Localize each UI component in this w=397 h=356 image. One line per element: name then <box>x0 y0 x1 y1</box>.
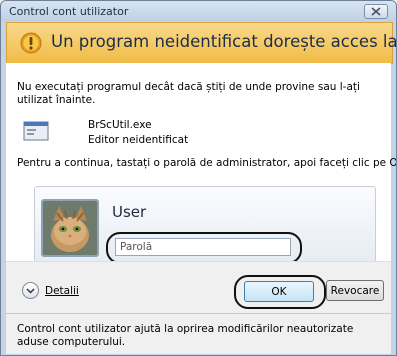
program-publisher: Editor neidentificat <box>88 134 189 146</box>
cancel-button[interactable]: Revocare <box>326 280 384 301</box>
ok-highlight: OK <box>234 275 326 309</box>
program-icon <box>23 121 49 141</box>
username: User <box>112 203 147 221</box>
uac-dialog: Control cont utilizator Un program neide… <box>0 0 397 356</box>
warning-banner: Un program neidentificat dorește acces l… <box>6 22 396 64</box>
warning-text: Nu executați programul decât dacă știți … <box>17 81 360 106</box>
details-toggle[interactable]: Detalii <box>22 282 79 299</box>
chevron-down-icon <box>22 282 39 299</box>
button-bar: Detalii OK Revocare <box>6 261 391 313</box>
ok-button[interactable]: OK <box>244 281 314 302</box>
cat-avatar-icon <box>43 201 97 255</box>
footer-text: Control cont utilizator ajută la oprirea… <box>17 323 354 348</box>
close-icon <box>371 7 381 16</box>
credential-tile: User <box>34 186 376 264</box>
close-button[interactable] <box>364 4 388 19</box>
avatar <box>41 199 99 257</box>
banner-text: Un program neidentificat dorește acces l… <box>51 32 397 51</box>
program-name: BrScUtil.exe <box>88 119 152 131</box>
shield-warning-icon <box>20 32 42 54</box>
details-label: Detalii <box>45 284 79 297</box>
instruction-text: Pentru a continua, tastați o parolă de a… <box>17 157 397 169</box>
window-title: Control cont utilizator <box>9 5 129 18</box>
footer: Control cont utilizator ajută la oprirea… <box>6 313 391 354</box>
title-bar: Control cont utilizator <box>1 1 396 21</box>
password-input[interactable] <box>115 238 291 256</box>
password-highlight <box>106 232 302 264</box>
